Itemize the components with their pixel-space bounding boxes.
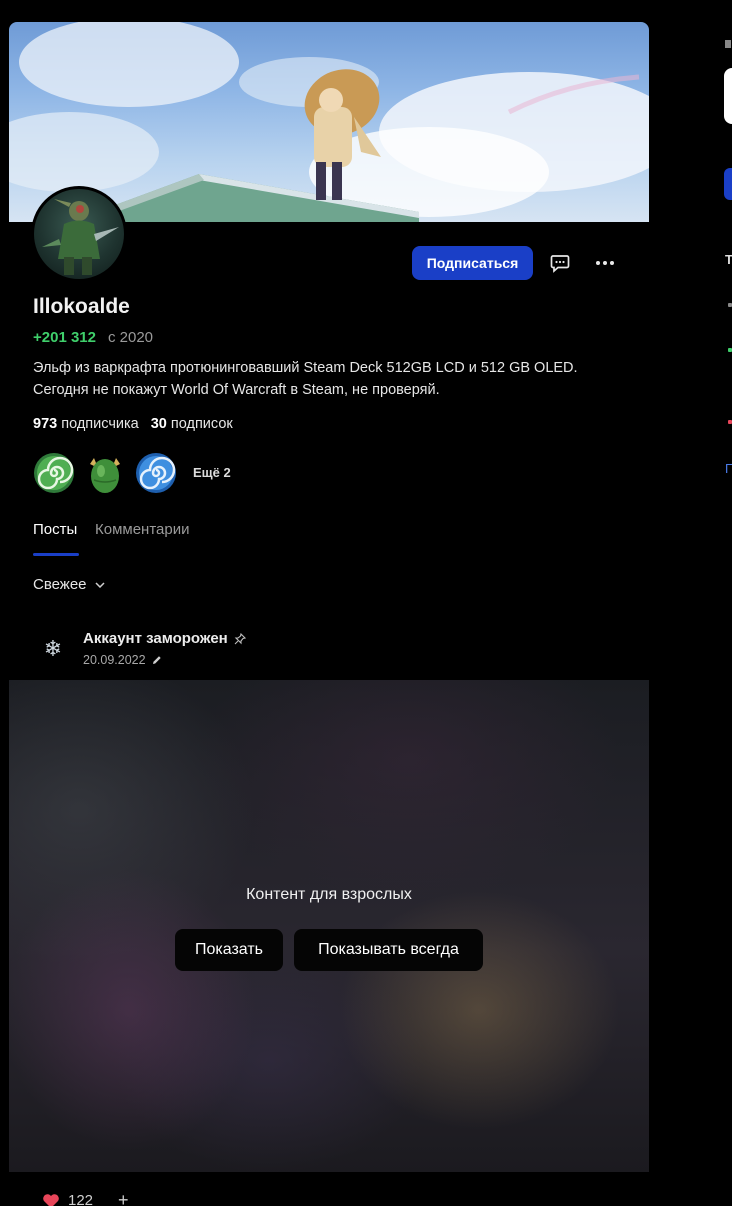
avatar-image	[42, 199, 119, 275]
tab-comments[interactable]: Комментарии	[95, 521, 189, 538]
sort-dropdown[interactable]: Свежее	[33, 576, 105, 593]
edit-icon	[152, 656, 161, 664]
profile-username: Illokoalde	[33, 295, 130, 318]
sidebar-card	[724, 68, 732, 124]
sidebar-marker	[728, 348, 732, 352]
chevron-down-icon	[95, 581, 105, 588]
profile-rating: +201 312	[33, 329, 96, 346]
sort-label: Свежее	[33, 576, 87, 593]
post-date: 20.09.2022	[83, 653, 162, 667]
heart-icon	[43, 1193, 59, 1206]
achievement-badges	[33, 452, 177, 494]
sidebar-marker	[728, 303, 732, 307]
message-button[interactable]	[543, 246, 577, 280]
sidebar-fragment	[725, 40, 731, 48]
show-always-button[interactable]: Показывать всегда	[294, 929, 483, 971]
nsfw-label: Контент для взрослых	[246, 886, 412, 903]
followers-link[interactable]: 973 подписчика	[33, 416, 139, 432]
sidebar-heading-fragment: Т	[725, 252, 732, 267]
more-options-button[interactable]	[588, 246, 622, 280]
follow-stats: 973 подписчика 30 подписок	[33, 416, 233, 432]
profile-cover	[9, 22, 649, 222]
like-count: 122	[68, 1192, 94, 1206]
snowflake-icon: ❄	[43, 636, 63, 661]
show-content-button[interactable]: Показать	[175, 929, 283, 971]
spiral-blue-badge-icon[interactable]	[135, 452, 177, 494]
nsfw-content-overlay: Контент для взрослых Показать Показывать…	[9, 680, 649, 1172]
badges-more-link[interactable]: Ещё 2	[193, 465, 231, 480]
plus-icon[interactable]: +	[118, 1190, 129, 1206]
egg-badge-icon[interactable]	[84, 452, 126, 494]
comment-icon	[550, 255, 570, 273]
sidebar-marker	[728, 420, 732, 424]
like-button[interactable]: 122	[42, 1192, 93, 1206]
tab-posts[interactable]: Посты	[33, 521, 77, 538]
subscribe-button[interactable]: Подписаться	[412, 246, 533, 280]
active-tab-indicator	[33, 553, 79, 556]
sidebar-button[interactable]	[724, 168, 732, 200]
spiral-green-badge-icon[interactable]	[33, 452, 75, 494]
more-icon	[596, 261, 614, 265]
pin-icon	[234, 632, 246, 644]
profile-since: с 2020	[107, 329, 154, 346]
bio-line: Сегодня не покажут World Of Warcraft в S…	[33, 382, 440, 398]
following-link[interactable]: 30 подписок	[151, 416, 233, 432]
profile-stats: +201 312 с 2020	[33, 329, 153, 346]
bio-line: Эльф из варкрафта протюнинговавший Steam…	[33, 360, 578, 376]
cover-illustration	[9, 22, 649, 222]
profile-bio: Эльф из варкрафта протюнинговавший Steam…	[33, 357, 633, 401]
sidebar-link-fragment[interactable]: П	[725, 461, 732, 476]
post-title[interactable]: Аккаунт заморожен	[83, 630, 246, 647]
avatar[interactable]	[31, 186, 127, 282]
